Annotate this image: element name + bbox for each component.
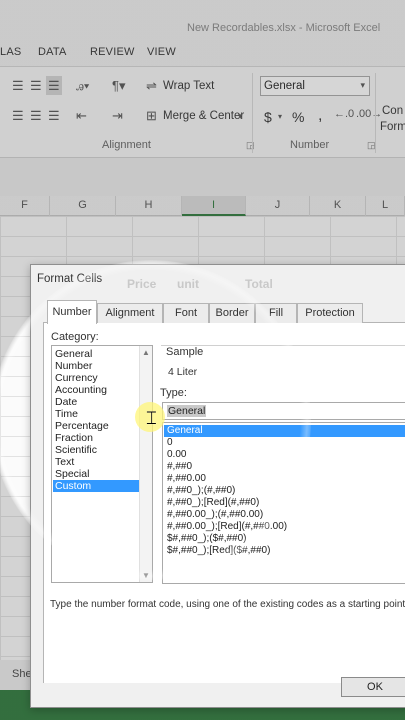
list-item[interactable]: Fraction <box>53 432 139 444</box>
number-tab-panel: Category: General Number Currency Accoun… <box>43 323 405 683</box>
ribbon: ☰ ☰ ☰ ꭿ▾ ¶▾ ⇌ Wrap Text ☰ ☰ ☰ ⇤ ⇥ ⊞ Merg… <box>0 66 405 158</box>
ribbon-tab-view[interactable]: VIEW <box>147 46 176 58</box>
list-item[interactable]: $#,##0_);($#,##0) <box>164 533 405 545</box>
sample-value: 4 Liter <box>168 366 198 378</box>
type-input[interactable]: General <box>162 402 405 420</box>
ghost-header-text: Price <box>127 277 157 291</box>
column-header-l[interactable]: L <box>366 196 405 216</box>
ribbon-tab-formulas[interactable]: LAS <box>0 46 21 58</box>
format-cells-dialog: Format Cells Price unit Total Number Ali… <box>30 264 405 708</box>
window-title: New Recordables.xlsx - Microsoft Excel <box>187 22 381 34</box>
list-item[interactable]: #,##0.00_);(#,##0.00) <box>164 509 405 521</box>
list-item-selected[interactable]: Custom <box>53 480 139 492</box>
list-item[interactable]: #,##0_);[Red](#,##0) <box>164 497 405 509</box>
tab-border[interactable]: Border <box>209 303 255 323</box>
list-item[interactable]: #,##0_);(#,##0) <box>164 485 405 497</box>
column-header-i[interactable]: I <box>182 196 246 216</box>
category-scrollbar[interactable]: ▲ ▼ <box>139 346 152 582</box>
list-item[interactable]: Scientific <box>53 444 139 456</box>
merge-dropdown-icon[interactable]: ▾ <box>238 112 243 121</box>
column-header-h[interactable]: H <box>116 196 182 216</box>
orientation-icon[interactable]: ꭿ▾ <box>76 79 89 92</box>
number-format-value: General <box>264 80 305 92</box>
group-separator <box>375 73 376 153</box>
category-list[interactable]: General Number Currency Accounting Date … <box>51 345 153 583</box>
format-as-table-button[interactable]: Form <box>380 121 405 133</box>
category-label: Category: <box>51 331 99 343</box>
scroll-up-icon[interactable]: ▲ <box>142 348 150 357</box>
list-item[interactable]: #,##0.00 <box>164 473 405 485</box>
merge-center-icon[interactable]: ⊞ <box>146 109 157 122</box>
increase-decimal-icon[interactable]: ←.0 <box>334 109 354 120</box>
tab-font[interactable]: Font <box>163 303 209 323</box>
merge-center-button[interactable]: Merge & Center <box>163 110 244 122</box>
wrap-text-icon[interactable]: ⇌ <box>146 79 157 92</box>
list-item-selected[interactable]: General <box>164 425 405 437</box>
scroll-down-icon[interactable]: ▼ <box>142 571 150 580</box>
currency-dropdown-icon[interactable]: ▾ <box>278 113 282 121</box>
ghost-header-text: Total <box>245 277 273 291</box>
number-group-label: Number <box>290 139 330 151</box>
increase-indent-icon[interactable]: ⇥ <box>112 109 123 122</box>
column-header-g[interactable]: G <box>50 196 116 216</box>
currency-button[interactable]: $ <box>264 109 272 125</box>
text-direction-icon[interactable]: ¶▾ <box>112 79 126 92</box>
list-item[interactable]: Number <box>53 360 139 372</box>
align-center-icon[interactable]: ☰ <box>30 109 42 122</box>
group-separator <box>252 73 253 153</box>
list-item[interactable]: $#,##0_);[Red]($#,##0) <box>164 545 405 557</box>
dialog-title: Format Cells <box>37 273 103 285</box>
list-item[interactable]: Text <box>53 456 139 468</box>
align-right-icon[interactable]: ☰ <box>48 109 60 122</box>
list-item[interactable]: Time <box>53 408 139 420</box>
title-bar: New Recordables.xlsx - Microsoft Excel <box>0 0 405 40</box>
alignment-group-label: Alignment <box>102 139 151 151</box>
align-middle-icon[interactable]: ☰ <box>30 79 42 92</box>
list-item[interactable]: #,##0.00_);[Red](#,##0.00) <box>164 521 405 533</box>
type-label: Type: <box>160 387 187 399</box>
column-header-j[interactable]: J <box>246 196 310 216</box>
sample-box <box>161 345 405 381</box>
align-bottom-icon[interactable]: ☰ <box>46 76 62 95</box>
decrease-decimal-icon[interactable]: .00→ <box>356 109 382 120</box>
tab-number[interactable]: Number <box>47 300 97 324</box>
sheet-tab[interactable]: She <box>12 668 32 680</box>
tab-alignment[interactable]: Alignment <box>97 303 163 323</box>
formula-bar-area <box>0 158 405 196</box>
format-code-list[interactable]: General 0 0.00 #,##0 #,##0.00 #,##0_);(#… <box>162 422 405 584</box>
list-item[interactable]: Special <box>53 468 139 480</box>
column-header-k[interactable]: K <box>310 196 366 216</box>
ribbon-tab-data[interactable]: DATA <box>38 46 67 58</box>
list-item[interactable]: Date <box>53 396 139 408</box>
column-header-f[interactable]: F <box>0 196 50 216</box>
type-input-value: General <box>167 405 207 417</box>
list-item[interactable]: Accounting <box>53 384 139 396</box>
ribbon-tabs: LAS DATA REVIEW VIEW <box>0 40 405 66</box>
comma-button[interactable]: , <box>318 107 322 125</box>
align-left-icon[interactable]: ☰ <box>12 109 24 122</box>
chevron-down-icon: ▾ <box>360 80 365 90</box>
decrease-indent-icon[interactable]: ⇤ <box>76 109 87 122</box>
list-item[interactable]: Currency <box>53 372 139 384</box>
wrap-text-button[interactable]: Wrap Text <box>163 80 214 92</box>
align-top-icon[interactable]: ☰ <box>12 79 24 92</box>
ghost-header-text: unit <box>177 277 199 291</box>
number-format-dropdown[interactable]: General ▾ <box>260 76 370 96</box>
list-item[interactable]: General <box>53 348 139 360</box>
tab-protection[interactable]: Protection <box>297 303 363 323</box>
ok-button[interactable]: OK <box>341 677 405 697</box>
list-item[interactable]: Percentage <box>53 420 139 432</box>
alignment-launcher-icon[interactable]: ◲ <box>246 140 255 151</box>
list-item[interactable]: 0.00 <box>164 449 405 461</box>
list-item[interactable]: #,##0 <box>164 461 405 473</box>
list-item[interactable]: 0 <box>164 437 405 449</box>
dialog-tabs: Number Alignment Font Border Fill Protec… <box>43 300 405 324</box>
ribbon-tab-review[interactable]: REVIEW <box>90 46 135 58</box>
conditional-formatting-button[interactable]: Con <box>382 105 403 117</box>
format-hint-text: Type the number format code, using one o… <box>50 599 405 610</box>
column-headers: F G H I J K L <box>0 196 405 216</box>
percent-button[interactable]: % <box>292 109 304 125</box>
tab-fill[interactable]: Fill <box>255 303 297 323</box>
